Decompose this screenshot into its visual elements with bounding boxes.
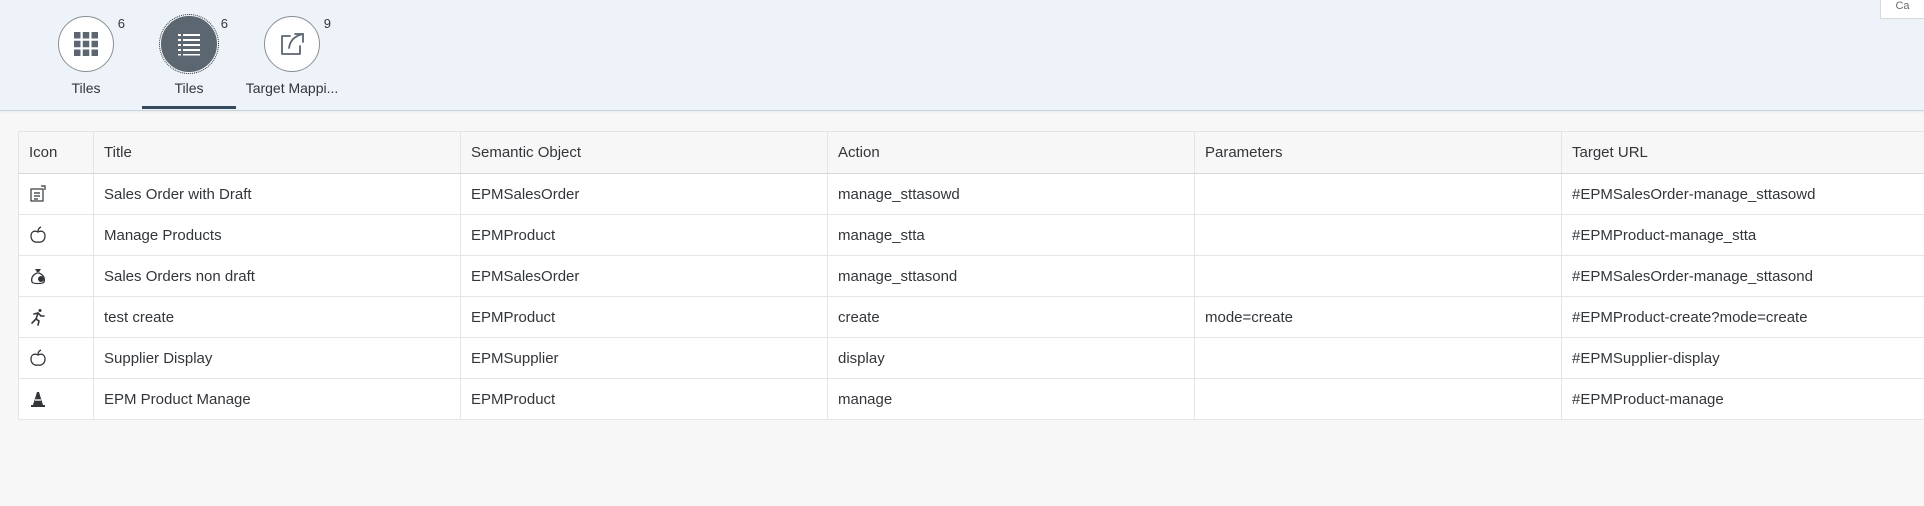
table-row[interactable]: Sales Orders non draft EPMSalesOrder man… xyxy=(18,255,1924,297)
column-header-title[interactable]: Title xyxy=(93,131,461,174)
target-url-cell: #EPMProduct-manage xyxy=(1561,378,1924,420)
title-cell: test create xyxy=(93,296,461,338)
tab-icon-circle[interactable] xyxy=(159,14,219,74)
action-cell: manage_stta xyxy=(827,214,1195,256)
tab-count: 6 xyxy=(220,16,228,31)
semantic-object-cell: EPMProduct xyxy=(460,378,828,420)
parameters-cell: mode=create xyxy=(1194,296,1562,338)
target-url-cell: #EPMSalesOrder-manage_sttasond xyxy=(1561,255,1924,297)
tab-label: Tiles xyxy=(71,80,101,96)
tab-tiles-list[interactable]: 6 Tiles xyxy=(142,14,236,109)
tab-count: 9 xyxy=(323,16,331,31)
parameters-cell xyxy=(1194,173,1562,215)
running-person-icon xyxy=(31,309,45,326)
apple-icon xyxy=(30,349,46,366)
title-cell: EPM Product Manage xyxy=(93,378,461,420)
apple-icon xyxy=(30,226,46,243)
tab-label: Tiles xyxy=(174,80,204,96)
semantic-object-cell: EPMProduct xyxy=(460,296,828,338)
column-header-target-url[interactable]: Target URL xyxy=(1561,131,1924,174)
action-cell: display xyxy=(827,337,1195,379)
icon-cell xyxy=(18,255,94,297)
table-header-row: Icon Title Semantic Object Action Parame… xyxy=(18,131,1924,174)
grid-icon xyxy=(74,32,98,56)
action-cell: manage_sttasond xyxy=(827,255,1195,297)
tab-icon-circle[interactable] xyxy=(58,16,114,72)
column-header-parameters[interactable]: Parameters xyxy=(1194,131,1562,174)
table-row[interactable]: Sales Order with Draft EPMSalesOrder man… xyxy=(18,173,1924,215)
semantic-object-cell: EPMSalesOrder xyxy=(460,173,828,215)
table-row[interactable]: test create EPMProduct create mode=creat… xyxy=(18,296,1924,338)
column-header-semantic-object[interactable]: Semantic Object xyxy=(460,131,828,174)
corner-button-label: Ca xyxy=(1895,0,1910,12)
icon-cell xyxy=(18,337,94,379)
tab-target-mappings[interactable]: 9 Target Mappi... xyxy=(245,16,339,109)
icon-cell xyxy=(18,296,94,338)
semantic-object-cell: EPMProduct xyxy=(460,214,828,256)
action-cell: manage xyxy=(827,378,1195,420)
icon-cell xyxy=(18,173,94,215)
selected-tab-indicator xyxy=(142,106,236,109)
table-row[interactable]: EPM Product Manage EPMProduct manage #EP… xyxy=(18,378,1924,420)
column-header-action[interactable]: Action xyxy=(827,131,1195,174)
action-cell: manage_sttasowd xyxy=(827,173,1195,215)
sales-order-icon xyxy=(30,185,46,202)
list-icon xyxy=(178,34,200,56)
target-url-cell: #EPMProduct-manage_stta xyxy=(1561,214,1924,256)
table-row[interactable]: Supplier Display EPMSupplier display #EP… xyxy=(18,337,1924,379)
tab-label: Target Mappi... xyxy=(245,80,339,96)
parameters-cell xyxy=(1194,255,1562,297)
action-cell: create xyxy=(827,296,1195,338)
traffic-cone-icon xyxy=(31,392,45,408)
parameters-cell xyxy=(1194,214,1562,256)
tab-tiles-grid[interactable]: 6 Tiles xyxy=(39,16,133,109)
tab-icon-circle[interactable] xyxy=(264,16,320,72)
title-cell: Supplier Display xyxy=(93,337,461,379)
title-cell: Sales Orders non draft xyxy=(93,255,461,297)
share-icon xyxy=(281,33,304,55)
title-cell: Sales Order with Draft xyxy=(93,173,461,215)
money-bag-icon xyxy=(31,269,45,285)
icon-cell xyxy=(18,214,94,256)
icon-cell xyxy=(18,378,94,420)
target-url-cell: #EPMProduct-create?mode=create xyxy=(1561,296,1924,338)
parameters-cell xyxy=(1194,378,1562,420)
tiles-table-container: Icon Title Semantic Object Action Parame… xyxy=(18,131,1924,420)
semantic-object-cell: EPMSalesOrder xyxy=(460,255,828,297)
icon-tab-bar: Ca 6 Tiles 6 Tiles 9 Target Mappi... xyxy=(0,0,1924,111)
target-url-cell: #EPMSupplier-display xyxy=(1561,337,1924,379)
semantic-object-cell: EPMSupplier xyxy=(460,337,828,379)
corner-button[interactable]: Ca xyxy=(1880,0,1924,19)
title-cell: Manage Products xyxy=(93,214,461,256)
tiles-table: Icon Title Semantic Object Action Parame… xyxy=(18,131,1924,420)
table-row[interactable]: Manage Products EPMProduct manage_stta #… xyxy=(18,214,1924,256)
target-url-cell: #EPMSalesOrder-manage_sttasowd xyxy=(1561,173,1924,215)
tab-count: 6 xyxy=(117,16,125,31)
parameters-cell xyxy=(1194,337,1562,379)
column-header-icon[interactable]: Icon xyxy=(18,131,94,174)
